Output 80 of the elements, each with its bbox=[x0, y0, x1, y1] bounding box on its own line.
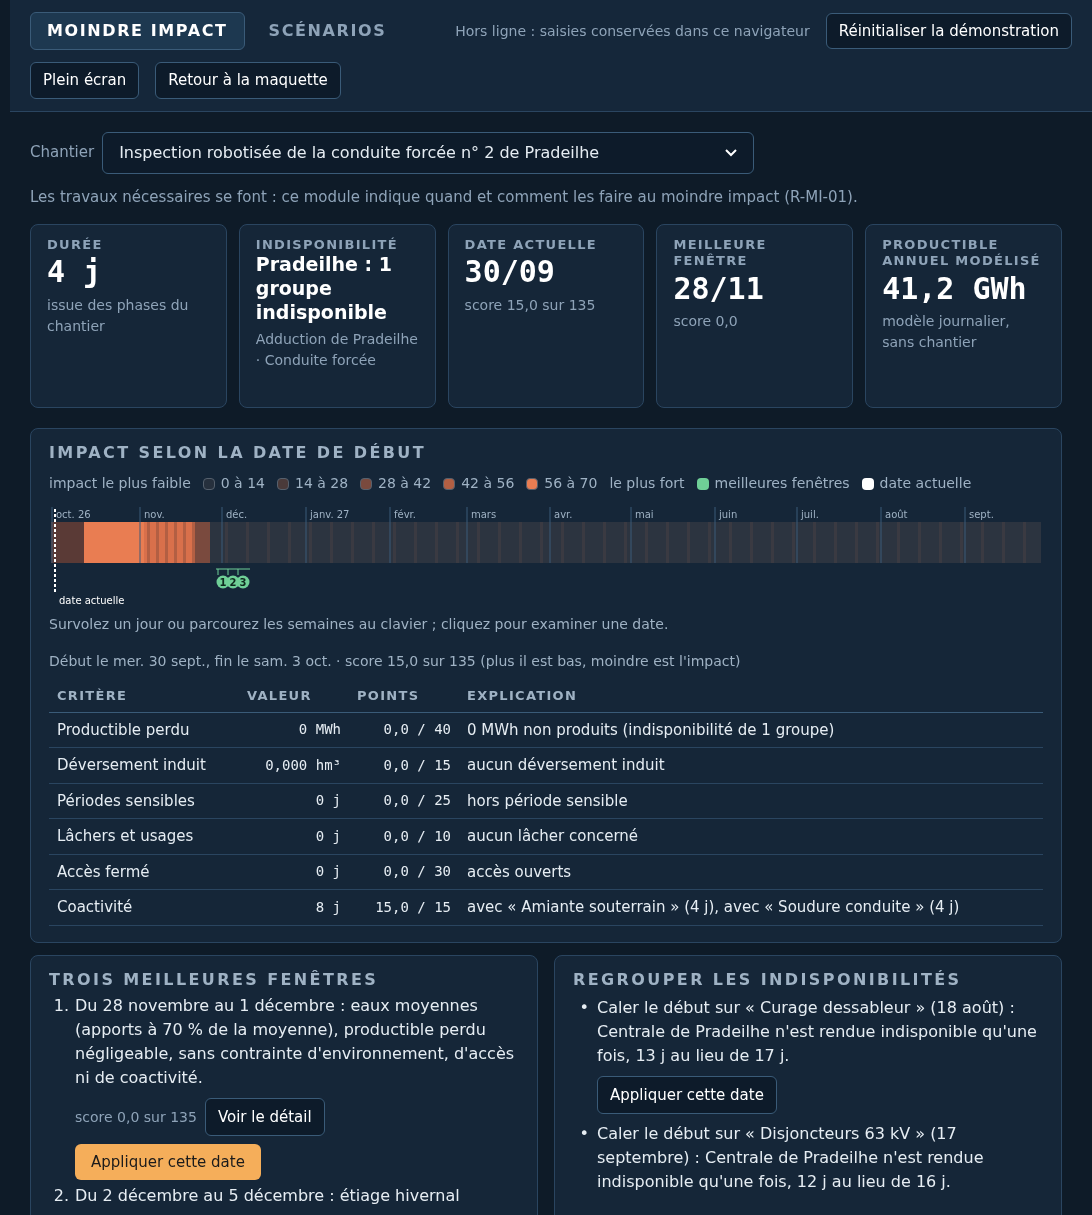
stat-value: 4 j bbox=[47, 253, 103, 291]
bullet: • bbox=[578, 1122, 589, 1145]
panel-title: IMPACT SELON LA DATE DE DÉBUT bbox=[49, 442, 428, 464]
list-number: 1. bbox=[52, 994, 69, 1017]
legend-label: date actuelle bbox=[879, 474, 972, 493]
grouping-suggestion: Caler le début sur « Curage dessableur » (18 août) : Centrale de Pradeilhe n'est rendue indisponible qu'une fois, 13 j au lieu de 17 j. bbox=[597, 997, 1037, 1065]
window-description: Du 28 novembre au 1 décembre : eaux moyennes (apports à 70 % de la moyenne), productible perdu négligeable, sans contrainte d'environnement, d'accès ni de coactivité. bbox=[75, 995, 515, 1087]
panel-title: TROIS MEILLEURES FENÊTRES bbox=[49, 968, 380, 991]
table-cell: 0,0 / 40 bbox=[349, 712, 459, 748]
stat-note: score 0,0 bbox=[673, 312, 739, 331]
table-cell: avec « Amiante souterrain » (4 j), avec « Soudure conduite » (4 j) bbox=[459, 889, 1043, 925]
legend-label: 28 à 42 bbox=[378, 474, 432, 493]
table-cell: aucun déversement induit bbox=[459, 747, 1043, 783]
table-cell: 0,0 / 10 bbox=[349, 818, 459, 854]
table-cell: 0 j bbox=[239, 783, 349, 819]
column-header: EXPLICATION bbox=[459, 680, 1043, 712]
chevron-down-icon bbox=[725, 148, 738, 157]
apply-date-button[interactable]: Appliquer cette date bbox=[75, 1143, 261, 1180]
table-cell: Lâchers et usages bbox=[49, 818, 239, 854]
reset-button[interactable]: Réinitialiser la démonstration bbox=[825, 12, 1072, 50]
header-button[interactable]: Retour à la maquette bbox=[155, 62, 341, 99]
table-cell: 0,000 hm³ bbox=[239, 747, 349, 783]
stat-value: 30/09 bbox=[464, 253, 556, 291]
panel-title: REGROUPER LES INDISPONIBILITÉS bbox=[573, 968, 963, 991]
stat-value: 41,2 GWh bbox=[882, 269, 1028, 307]
intro-text: Les travaux nécessaires se font : ce module indique quand et comment les faire au moindre impact (R-MI-01). bbox=[30, 186, 859, 208]
table-cell: Productible perdu bbox=[49, 712, 239, 748]
table-cell: 15,0 / 15 bbox=[349, 889, 459, 925]
stat-value: Pradeilhe : 1 groupe indisponible bbox=[255, 253, 393, 325]
legend-label: le plus fort bbox=[609, 474, 685, 493]
table-cell: aucun lâcher concerné bbox=[459, 818, 1043, 854]
stat-note: score 15,0 sur 135 bbox=[464, 295, 597, 315]
table-cell: Périodes sensibles bbox=[49, 783, 239, 819]
table-cell: accès ouverts bbox=[459, 854, 1043, 890]
chantier-select[interactable]: Inspection robotisée de la conduite forcée n° 2 de Pradeilhe bbox=[102, 131, 755, 174]
stat-title: MEILLEURE FENÊTRE bbox=[673, 237, 768, 270]
nav-tab[interactable]: SCÉNARIOS bbox=[260, 13, 395, 49]
stat-title: DURÉE bbox=[47, 237, 104, 254]
stat-title: PRODUCTIBLE ANNUEL MODÉLISÉ bbox=[882, 237, 1042, 270]
header-button[interactable]: Plein écran bbox=[30, 62, 140, 99]
column-header: POINTS bbox=[349, 680, 459, 712]
list-number: 2. bbox=[52, 1184, 69, 1207]
nav-tab[interactable]: MOINDRE IMPACT bbox=[30, 12, 245, 50]
column-header: VALEUR bbox=[239, 680, 349, 712]
legend-label: impact le plus faible bbox=[49, 474, 191, 493]
stat-title: INDISPONIBILITÉ bbox=[255, 237, 399, 254]
stat-note: Adduction de Pradeilhe · Conduite forcée bbox=[255, 329, 419, 370]
table-cell: Accès fermé bbox=[49, 854, 239, 890]
impact-timeline-drawing[interactable]: oct. 26 nov. déc. janv. 27 févr. mars avr. mai juin juil. août sept. 1 2 3 date actuelle bbox=[41, 502, 1051, 610]
stat-title: DATE ACTUELLE bbox=[464, 237, 598, 254]
hint-text: Survolez un jour ou parcourez les semaines au clavier ; cliquez pour examiner une date. bbox=[49, 615, 670, 634]
table-cell: 0,0 / 15 bbox=[349, 747, 459, 783]
stat-value: 28/11 bbox=[673, 269, 765, 307]
stat-note: issue des phases du chantier bbox=[47, 295, 190, 336]
legend-label: 42 à 56 bbox=[461, 474, 515, 493]
bullet: • bbox=[578, 996, 589, 1019]
grouping-suggestion: Caler le début sur « Disjoncteurs 63 kV » (17 septembre) : Centrale de Pradeilhe n'est rendue indisponible qu'une fois, 12 j au lieu de 16 j. bbox=[597, 1123, 984, 1191]
legend-label: 14 à 28 bbox=[294, 474, 349, 493]
legend-label: 56 à 70 bbox=[544, 474, 598, 493]
table-cell: Coactivité bbox=[49, 889, 239, 925]
offline-status: Hors ligne : saisies conservées dans ce navigateur bbox=[455, 21, 810, 41]
column-header: CRITÈRE bbox=[49, 680, 239, 712]
table-cell: 8 j bbox=[239, 889, 349, 925]
window-score: score 0,0 sur 135 bbox=[75, 1107, 197, 1127]
legend-label: meilleures fenêtres bbox=[714, 474, 850, 493]
table-cell: Déversement induit bbox=[49, 747, 239, 783]
apply-date-button[interactable]: Appliquer cette date bbox=[597, 1075, 777, 1114]
table-cell: 0 j bbox=[239, 854, 349, 890]
stat-note: modèle journalier, sans chantier bbox=[882, 312, 1011, 352]
summary-text: Début le mer. 30 sept., fin le sam. 3 oct. · score 15,0 sur 135 (plus il est bas, moindre est l'impact) bbox=[49, 652, 742, 671]
chantier-label: Chantier bbox=[30, 142, 95, 164]
table-cell: 0,0 / 30 bbox=[349, 854, 459, 890]
table-cell: 0 j bbox=[239, 818, 349, 854]
detail-button[interactable]: Voir le détail bbox=[204, 1097, 325, 1136]
table-cell: 0 MWh non produits (indisponibilité de 1 groupe) bbox=[459, 712, 1043, 748]
legend-label: 0 à 14 bbox=[220, 474, 265, 493]
table-cell: 0 MWh bbox=[239, 712, 349, 748]
table-cell: hors période sensible bbox=[459, 783, 1043, 819]
window-description: Du 2 décembre au 5 décembre : étiage hivernal bbox=[75, 1185, 460, 1205]
table-cell: 0,0 / 25 bbox=[349, 783, 459, 819]
